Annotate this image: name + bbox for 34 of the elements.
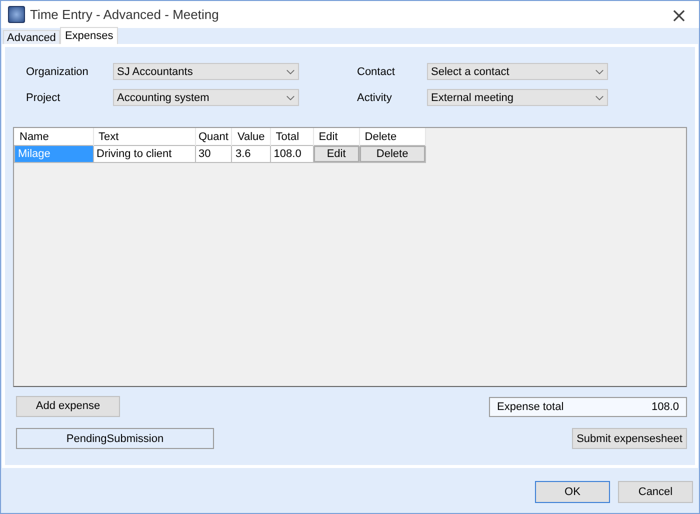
field-label: Activity — [357, 92, 393, 104]
table-cell: Driving to client — [93, 146, 195, 162]
status-field: PendingSubmission — [16, 428, 214, 449]
field-label: Project — [26, 92, 62, 104]
chevron-icon — [286, 68, 295, 74]
field-label: Organization — [26, 66, 90, 78]
submit-button[interactable]: Submit expensesheet — [572, 428, 687, 449]
dropdown[interactable]: Accounting system — [113, 89, 299, 106]
tab[interactable]: Advanced — [3, 30, 60, 44]
table-cell: 3.6 — [232, 146, 270, 162]
tab[interactable]: Expenses — [60, 27, 118, 44]
table-cell: Milage — [14, 146, 93, 162]
ok-button[interactable]: OK — [535, 481, 610, 503]
dropdown[interactable]: SJ Accountants — [113, 63, 299, 80]
close-button[interactable]: × — [659, 4, 699, 24]
dropdown[interactable]: Select a contact — [427, 63, 608, 80]
add-expense-button[interactable]: Add expense — [16, 396, 120, 416]
app-icon — [8, 6, 25, 23]
chevron-icon — [595, 68, 604, 74]
delete-button[interactable]: Delete — [360, 146, 425, 162]
column-header: Quant — [195, 128, 232, 146]
column-header: Total — [270, 128, 314, 146]
field-label: Contact — [357, 66, 396, 78]
edit-button[interactable]: Edit — [314, 146, 359, 162]
chevron-icon — [595, 94, 604, 100]
window-title: Time Entry - Advanced - Meeting — [30, 7, 220, 22]
table-cell: 108.0 — [270, 146, 314, 162]
chevron-icon — [286, 94, 295, 100]
cancel-button[interactable]: Cancel — [618, 481, 693, 503]
column-header: Text — [93, 128, 195, 146]
dropdown[interactable]: External meeting — [427, 89, 608, 106]
column-header: Value — [232, 128, 270, 146]
table-cell: 30 — [195, 146, 232, 162]
expense-total-field: Expense total 108.0 — [489, 397, 687, 417]
